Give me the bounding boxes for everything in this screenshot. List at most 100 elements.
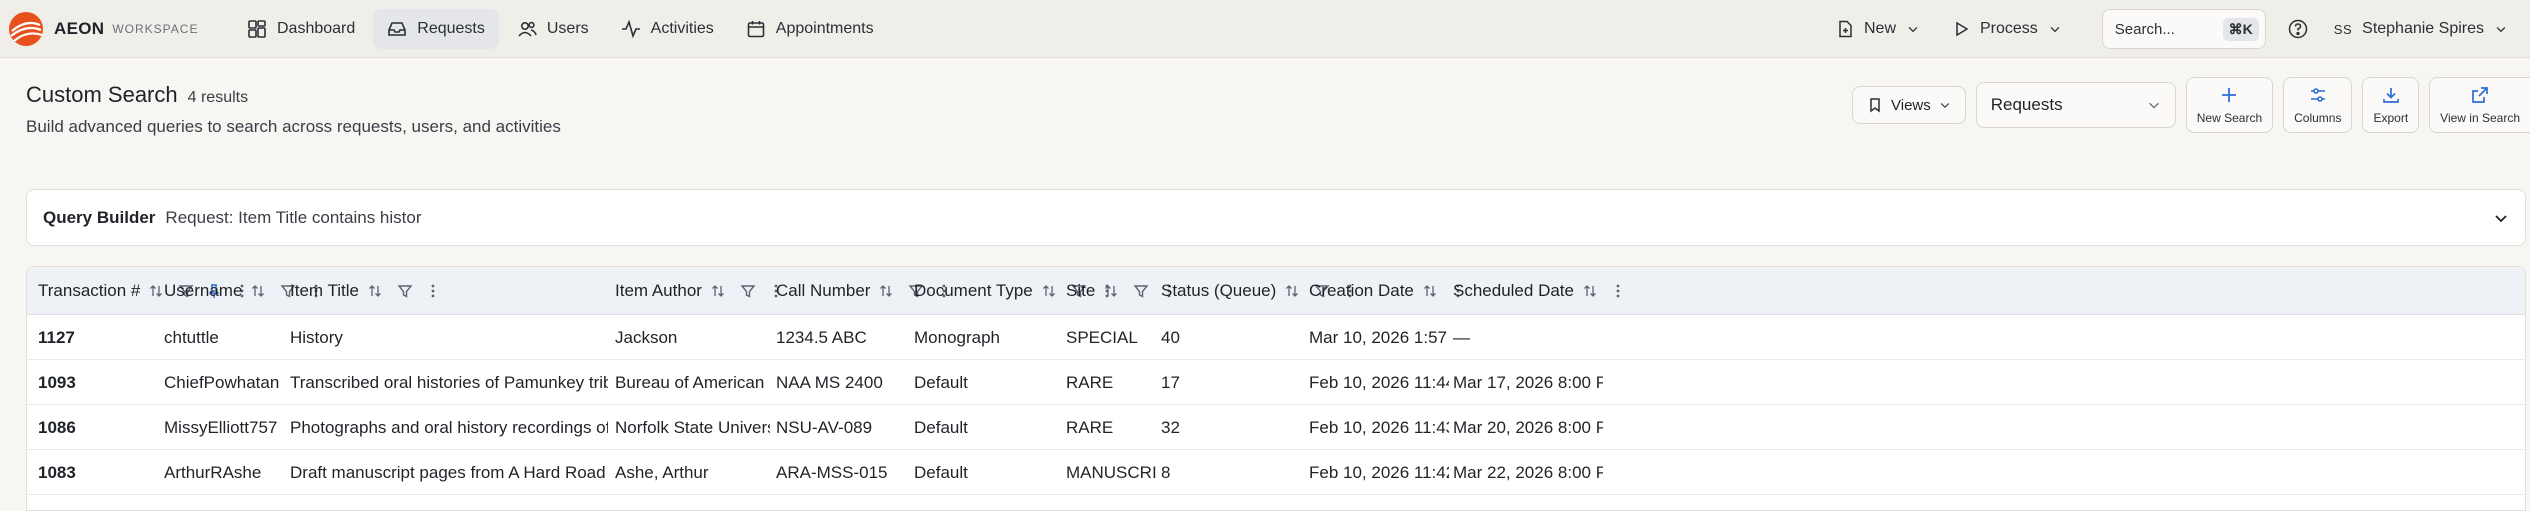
nav-item-dashboard[interactable]: Dashboard (233, 9, 369, 49)
user-menu-button[interactable]: SS Stephanie Spires (2324, 9, 2530, 49)
cell-transaction-number: 1083 (38, 462, 76, 482)
brand-logo[interactable]: AEON WORKSPACE (8, 11, 233, 47)
sort-icon[interactable] (250, 283, 266, 299)
download-icon (2382, 88, 2399, 103)
cell-document-type: Default (914, 372, 968, 392)
chevron-down-icon (1908, 27, 1918, 33)
cell-creation-date: Feb 10, 2026 11:44 AM (1309, 372, 1449, 392)
cell-creation-date: Feb 10, 2026 11:42 AM (1309, 462, 1449, 482)
sliders-icon (2310, 88, 2325, 102)
nav-label: Requests (417, 19, 485, 37)
global-search-button[interactable]: Search... ⌘K (2101, 9, 2266, 49)
chevron-down-icon (2050, 27, 2060, 33)
column-header-label: Site (1066, 281, 1096, 300)
export-button[interactable]: Export (2362, 77, 2420, 133)
cell-creation-date: Mar 10, 2026 1:57 PM (1309, 327, 1449, 347)
column-header-label: Creation Date (1309, 281, 1414, 300)
column-header-scheduled-date[interactable]: Scheduled Date (1453, 267, 1626, 315)
cell-item-title: Transcribed oral histories of Pamunkey t… (290, 372, 608, 392)
views-button[interactable]: Views (1852, 86, 1966, 124)
cell-site: RARE (1066, 417, 1114, 437)
sort-icon[interactable] (1041, 283, 1057, 299)
cell-document-type: Default (914, 462, 968, 482)
inbox-icon (388, 21, 407, 36)
cell-call-number: 1234.5 ABC (776, 327, 867, 347)
cell-site: SPECIAL (1066, 327, 1138, 347)
nav-item-requests[interactable]: Requests (373, 8, 499, 49)
sort-icon[interactable] (1582, 283, 1598, 299)
brand-subtitle: WORKSPACE (112, 21, 199, 36)
help-icon[interactable] (2286, 17, 2310, 41)
chevron-down-icon[interactable] (2491, 208, 2511, 228)
sort-icon[interactable] (148, 283, 164, 299)
export-label: Export (2373, 111, 2409, 125)
page-subtitle: Build advanced queries to search across … (26, 117, 561, 136)
cell-item-title: Draft manuscript pages from A Hard Road … (290, 462, 608, 482)
cell-item-title: Photographs and oral history recordings … (290, 417, 608, 437)
sort-icon[interactable] (1284, 283, 1300, 299)
cell-call-number: ARA-MSS-015 (776, 462, 888, 482)
views-label: Views (1891, 96, 1931, 114)
column-header-creation-date[interactable]: Creation Date (1309, 267, 1466, 315)
nav-item-appointments[interactable]: Appointments (732, 9, 888, 49)
nav-label: Appointments (775, 19, 874, 37)
cell-call-number: NAA MS 2400 (776, 372, 883, 392)
new-menu-button[interactable]: New (1826, 9, 1930, 49)
filter-icon[interactable] (397, 283, 413, 299)
cell-scheduled-date: Mar 20, 2026 8:00 PM (1453, 417, 1603, 437)
table-row[interactable]: 1083 ArthurRAshe Draft manuscript pages fr… (27, 450, 2525, 495)
view-in-search-button[interactable]: View in Search (2429, 77, 2530, 133)
sort-icon[interactable] (1422, 283, 1438, 299)
cell-scheduled-date: Mar 17, 2026 8:00 PM (1453, 372, 1603, 392)
cell-status-queue: 17 (1161, 372, 1180, 392)
plus-icon (2222, 88, 2237, 102)
activity-icon (621, 19, 640, 38)
table-row[interactable]: 1127 chtuttle History Jackson 1234.5 ABC Mono… (27, 315, 2525, 360)
search-type-value: Requests (1990, 95, 2063, 114)
sort-icon[interactable] (710, 283, 726, 299)
dashboard-icon (248, 19, 266, 38)
filter-icon[interactable] (1133, 283, 1149, 299)
cell-scheduled-date: — (1453, 327, 1470, 347)
column-menu-icon[interactable] (1610, 283, 1626, 299)
column-header-item-title[interactable]: Item Title (290, 267, 441, 315)
search-type-select[interactable]: Requests (1975, 82, 2176, 128)
cell-scheduled-date: Mar 22, 2026 8:00 PM (1453, 462, 1603, 482)
bookmark-icon (1870, 98, 1880, 113)
query-builder-panel[interactable]: Query Builder Request: Item Title contai… (26, 189, 2526, 246)
columns-button[interactable]: Columns (2283, 77, 2353, 133)
nav-item-activities[interactable]: Activities (607, 9, 728, 49)
column-header-label: Transaction # (38, 281, 141, 300)
search-label: Search... (2114, 20, 2175, 38)
cell-creation-date: Feb 10, 2026 11:43 AM (1309, 417, 1449, 437)
page-title: Custom Search (26, 82, 178, 107)
table-row[interactable]: 1086 MissyElliott757 Photographs and oral … (27, 405, 2525, 450)
user-name: Stephanie Spires (2362, 20, 2484, 37)
calendar-icon (747, 20, 765, 37)
cell-item-author: Bureau of American Ethnology (615, 372, 770, 392)
process-menu-button[interactable]: Process (1942, 9, 2072, 49)
cell-transaction-number: 1086 (38, 417, 76, 437)
topbar-right: New Process Search... ⌘K SS Stephanie Sp… (1826, 0, 2530, 58)
cell-site: MANUSCRIPTS (1066, 462, 1156, 482)
column-menu-icon[interactable] (425, 283, 441, 299)
main-nav: Dashboard Requests Users Activities Appo… (233, 8, 892, 49)
column-header-item-author[interactable]: Item Author (615, 267, 784, 315)
sort-icon[interactable] (367, 283, 383, 299)
table-row[interactable]: 1093 ChiefPowhatan Transcribed oral histor… (27, 360, 2525, 405)
file-plus-icon (1839, 20, 1852, 38)
column-header-label: Username (164, 281, 243, 300)
new-search-button[interactable]: New Search (2185, 77, 2274, 133)
header-actions: Views Requests New Search Columns Export… (1852, 77, 2530, 133)
sort-icon[interactable] (878, 283, 894, 299)
cell-item-title: History (290, 327, 343, 347)
nav-item-users[interactable]: Users (503, 9, 603, 49)
chevron-down-icon (2148, 102, 2159, 109)
filter-icon[interactable] (740, 283, 756, 299)
play-icon (1956, 21, 1969, 37)
sort-icon[interactable] (1103, 283, 1119, 299)
top-navigation-bar: AEON WORKSPACE Dashboard Requests Users … (0, 0, 2530, 58)
column-header-label: Status (Queue) (1161, 281, 1277, 300)
nav-label: Activities (650, 19, 714, 37)
column-header-label: Item Author (615, 281, 702, 300)
